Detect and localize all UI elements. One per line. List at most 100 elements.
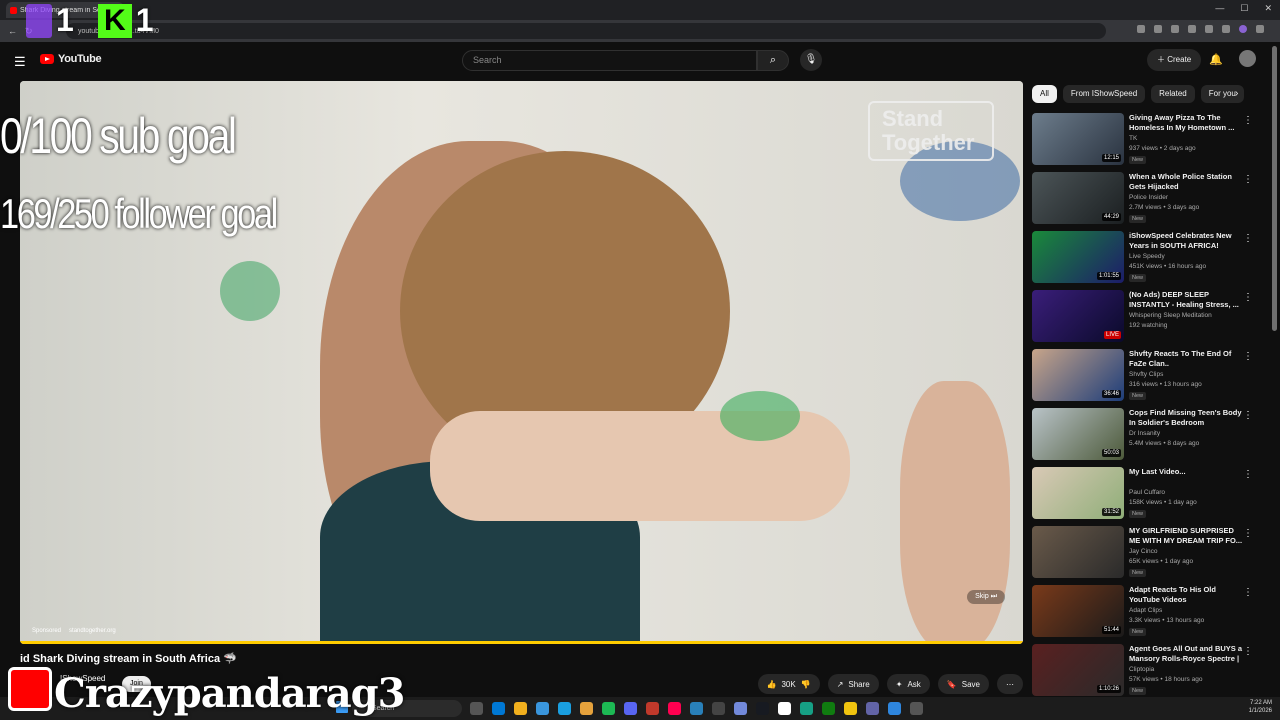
app-icon[interactable] xyxy=(734,702,747,715)
recommendation-channel-name[interactable]: Adapt Clips xyxy=(1129,607,1162,614)
xbox-icon[interactable] xyxy=(822,702,835,715)
create-button[interactable]: ＋ Create xyxy=(1147,49,1202,71)
recommendation-channel-name[interactable]: Shvfty Clips xyxy=(1129,371,1163,378)
chevron-right-icon[interactable]: › xyxy=(1235,88,1238,99)
share-button[interactable]: ↗ Share xyxy=(827,674,879,694)
tiktok-icon[interactable] xyxy=(668,702,681,715)
notifications-bell-icon[interactable]: 🔔 xyxy=(1209,53,1223,66)
account-avatar[interactable] xyxy=(1239,50,1256,67)
chip-from-channel[interactable]: From IShowSpeed xyxy=(1062,85,1146,103)
app-icon[interactable] xyxy=(844,702,857,715)
close-window-icon[interactable]: ✕ xyxy=(1264,3,1272,14)
recommendation-item[interactable]: MY GIRLFRIEND SURPRISED ME WITH MY DREAM… xyxy=(1032,526,1257,583)
more-options-icon[interactable]: ⋮ xyxy=(1243,174,1253,185)
chip-all[interactable]: All xyxy=(1032,85,1057,103)
recommendation-video-title[interactable]: (No Ads) DEEP SLEEP INSTANTLY - Healing … xyxy=(1129,290,1243,310)
chrome-icon[interactable] xyxy=(580,702,593,715)
ad-progress-bar[interactable] xyxy=(20,641,1023,644)
system-clock[interactable]: 7:22 AM 1/1/2026 xyxy=(1249,699,1272,715)
recommendation-video-title[interactable]: Cops Find Missing Teen's Body In Soldier… xyxy=(1129,408,1243,428)
app-icon[interactable] xyxy=(888,702,901,715)
back-icon[interactable]: ← xyxy=(8,26,17,36)
discord-icon[interactable] xyxy=(624,702,637,715)
recommendation-channel-name[interactable]: Dr Insanity xyxy=(1129,430,1160,437)
recommendation-item[interactable]: 1:01:55 iShowSpeed Celebrates New Years i… xyxy=(1032,231,1257,288)
store-icon[interactable] xyxy=(536,702,549,715)
edge-icon[interactable] xyxy=(492,702,505,715)
app-icon[interactable] xyxy=(646,702,659,715)
profile-avatar-icon[interactable] xyxy=(1239,25,1247,33)
recommendation-channel-name[interactable]: TK xyxy=(1129,135,1137,142)
search-input[interactable]: Search xyxy=(462,50,757,71)
hamburger-menu-icon[interactable]: ☰ xyxy=(14,54,26,70)
url-bar[interactable]: youtube.com/wa...tu4VM0 xyxy=(66,23,1106,39)
more-options-icon[interactable]: ⋮ xyxy=(1243,292,1253,303)
more-options-icon[interactable]: ⋮ xyxy=(1243,410,1253,421)
sidebar-icon[interactable] xyxy=(1205,25,1213,33)
recommendation-video-title[interactable]: When a Whole Police Station Gets Hijacke… xyxy=(1129,172,1243,192)
video-thumbnail[interactable]: 50:03 xyxy=(1032,408,1124,460)
save-button[interactable]: 🔖 Save xyxy=(937,674,989,694)
recommendation-channel-name[interactable]: Jay Cinco xyxy=(1129,548,1158,555)
more-options-icon[interactable]: ⋮ xyxy=(1243,587,1253,598)
recommendation-item[interactable]: 36:46 Shvfty Reacts To The End Of FaZe Cl… xyxy=(1032,349,1257,406)
chip-related[interactable]: Related xyxy=(1151,85,1195,103)
recommendation-item[interactable]: 1:10:26 Agent Goes All Out and BUYS a Man… xyxy=(1032,644,1257,701)
more-actions-button[interactable]: ⋯ xyxy=(997,674,1023,694)
recommendation-channel-name[interactable]: Paul Cuffaro xyxy=(1129,489,1165,496)
recommendation-video-title[interactable]: Shvfty Reacts To The End Of FaZe Clan.. xyxy=(1129,349,1243,369)
video-thumbnail[interactable]: 44:29 xyxy=(1032,172,1124,224)
menu-dots-icon[interactable] xyxy=(1256,25,1264,33)
file-explorer-icon[interactable] xyxy=(514,702,527,715)
cast-icon[interactable] xyxy=(1137,25,1145,33)
app-icon[interactable] xyxy=(910,702,923,715)
recommendation-channel-name[interactable]: Live Speedy xyxy=(1129,253,1165,260)
skip-ad-button[interactable]: Skip ⏭ xyxy=(967,590,1005,604)
page-scrollbar[interactable] xyxy=(1272,46,1277,331)
recommendation-item[interactable]: LIVE (No Ads) DEEP SLEEP INSTANTLY - Heal… xyxy=(1032,290,1257,347)
video-thumbnail[interactable]: 1:10:26 xyxy=(1032,644,1124,696)
app-icon[interactable] xyxy=(800,702,813,715)
teams-icon[interactable] xyxy=(866,702,879,715)
recommendation-video-title[interactable]: iShowSpeed Celebrates New Years in SOUTH… xyxy=(1129,231,1243,251)
extensions-icon[interactable] xyxy=(1188,25,1196,33)
recommendation-video-title[interactable]: Agent Goes All Out and BUYS a Mansory Ro… xyxy=(1129,644,1243,665)
more-options-icon[interactable]: ⋮ xyxy=(1243,469,1253,480)
ad-url-link[interactable]: standtogether.org xyxy=(69,628,116,634)
recommendation-item[interactable]: 12:15 Giving Away Pizza To The Homeless I… xyxy=(1032,113,1257,170)
steam-icon[interactable] xyxy=(756,702,769,715)
downloads-icon[interactable] xyxy=(1222,25,1230,33)
video-thumbnail[interactable]: 31:52 xyxy=(1032,467,1124,519)
zoom-icon[interactable] xyxy=(1154,25,1162,33)
microphone-icon[interactable]: 🎙 xyxy=(800,49,822,71)
recommendation-item[interactable]: 50:03 Cops Find Missing Teen's Body In So… xyxy=(1032,408,1257,465)
video-thumbnail[interactable]: 51:44 xyxy=(1032,585,1124,637)
recommendation-video-title[interactable]: MY GIRLFRIEND SURPRISED ME WITH MY DREAM… xyxy=(1129,526,1243,546)
recommendation-video-title[interactable]: Adapt Reacts To His Old YouTube Videos xyxy=(1129,585,1243,605)
more-options-icon[interactable]: ⋮ xyxy=(1243,351,1253,362)
bookmark-star-icon[interactable] xyxy=(1171,25,1179,33)
video-thumbnail[interactable]: 12:15 xyxy=(1032,113,1124,165)
video-thumbnail[interactable]: LIVE xyxy=(1032,290,1124,342)
more-options-icon[interactable]: ⋮ xyxy=(1243,233,1253,244)
kick-app-icon[interactable] xyxy=(778,702,791,715)
recommendation-item[interactable]: 44:29 When a Whole Police Station Gets Hi… xyxy=(1032,172,1257,229)
more-options-icon[interactable]: ⋮ xyxy=(1243,646,1253,657)
more-options-icon[interactable]: ⋮ xyxy=(1243,115,1253,126)
app-icon[interactable] xyxy=(712,702,725,715)
recommendation-item[interactable]: 51:44 Adapt Reacts To His Old YouTube Vid… xyxy=(1032,585,1257,642)
spotify-icon[interactable] xyxy=(602,702,615,715)
recommendation-item[interactable]: 31:52 My Last Video... Paul Cuffaro 158K vi… xyxy=(1032,467,1257,524)
search-icon[interactable]: ⌕ xyxy=(757,50,789,71)
like-button[interactable]: 👍 30K 👎 xyxy=(757,674,820,694)
recommendation-channel-name[interactable]: Cliptopia xyxy=(1129,666,1154,673)
app-icon[interactable] xyxy=(690,702,703,715)
minimize-icon[interactable]: — xyxy=(1215,3,1224,14)
recommendation-channel-name[interactable]: Police Insider xyxy=(1129,194,1168,201)
video-thumbnail[interactable] xyxy=(1032,526,1124,578)
recommendation-video-title[interactable]: Giving Away Pizza To The Homeless In My … xyxy=(1129,113,1243,133)
dislike-icon[interactable]: 👎 xyxy=(801,680,811,689)
more-options-icon[interactable]: ⋮ xyxy=(1243,528,1253,539)
recommendation-channel-name[interactable]: Whispering Sleep Meditation xyxy=(1129,312,1212,319)
maximize-icon[interactable]: ☐ xyxy=(1240,3,1248,14)
